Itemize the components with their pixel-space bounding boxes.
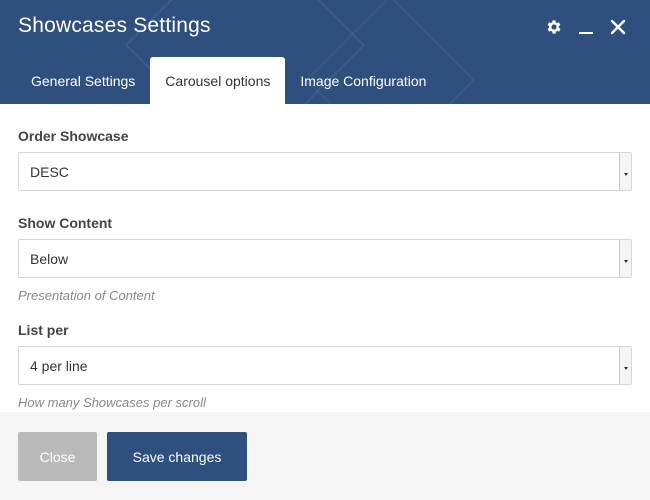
order-showcase-select[interactable]: DESC: [18, 152, 632, 191]
show-content-select[interactable]: Below: [18, 239, 632, 278]
save-changes-button[interactable]: Save changes: [107, 432, 247, 481]
show-content-help: Presentation of Content: [18, 288, 155, 303]
gear-icon[interactable]: [544, 17, 564, 37]
window-controls: [544, 17, 628, 37]
dropdown-arrow-icon[interactable]: [619, 240, 631, 277]
dropdown-arrow-icon[interactable]: [619, 347, 631, 384]
list-per-label: List per: [18, 322, 69, 338]
carousel-options-panel: Order Showcase DESC Show Content Below P…: [18, 104, 632, 411]
show-content-label: Show Content: [18, 215, 113, 231]
settings-tabs: General Settings Carousel options Image …: [16, 57, 441, 104]
tab-carousel-options[interactable]: Carousel options: [150, 57, 286, 104]
tab-image-configuration[interactable]: Image Configuration: [285, 57, 441, 104]
order-showcase-label: Order Showcase: [18, 128, 129, 144]
list-per-help: How many Showcases per scroll: [18, 395, 206, 410]
list-per-select[interactable]: 4 per line: [18, 346, 632, 385]
list-per-value: 4 per line: [30, 357, 88, 374]
minimize-icon[interactable]: [576, 17, 596, 37]
dialog-footer: Close Save changes: [0, 412, 650, 500]
tab-general-settings[interactable]: General Settings: [16, 57, 150, 104]
close-icon[interactable]: [608, 17, 628, 37]
dialog-header: Showcases Settings General Settings Caro…: [0, 0, 650, 104]
dialog-title: Showcases Settings: [18, 14, 211, 37]
close-button[interactable]: Close: [18, 432, 97, 481]
order-showcase-value: DESC: [30, 163, 69, 180]
dropdown-arrow-icon[interactable]: [619, 153, 631, 190]
show-content-value: Below: [30, 250, 69, 267]
